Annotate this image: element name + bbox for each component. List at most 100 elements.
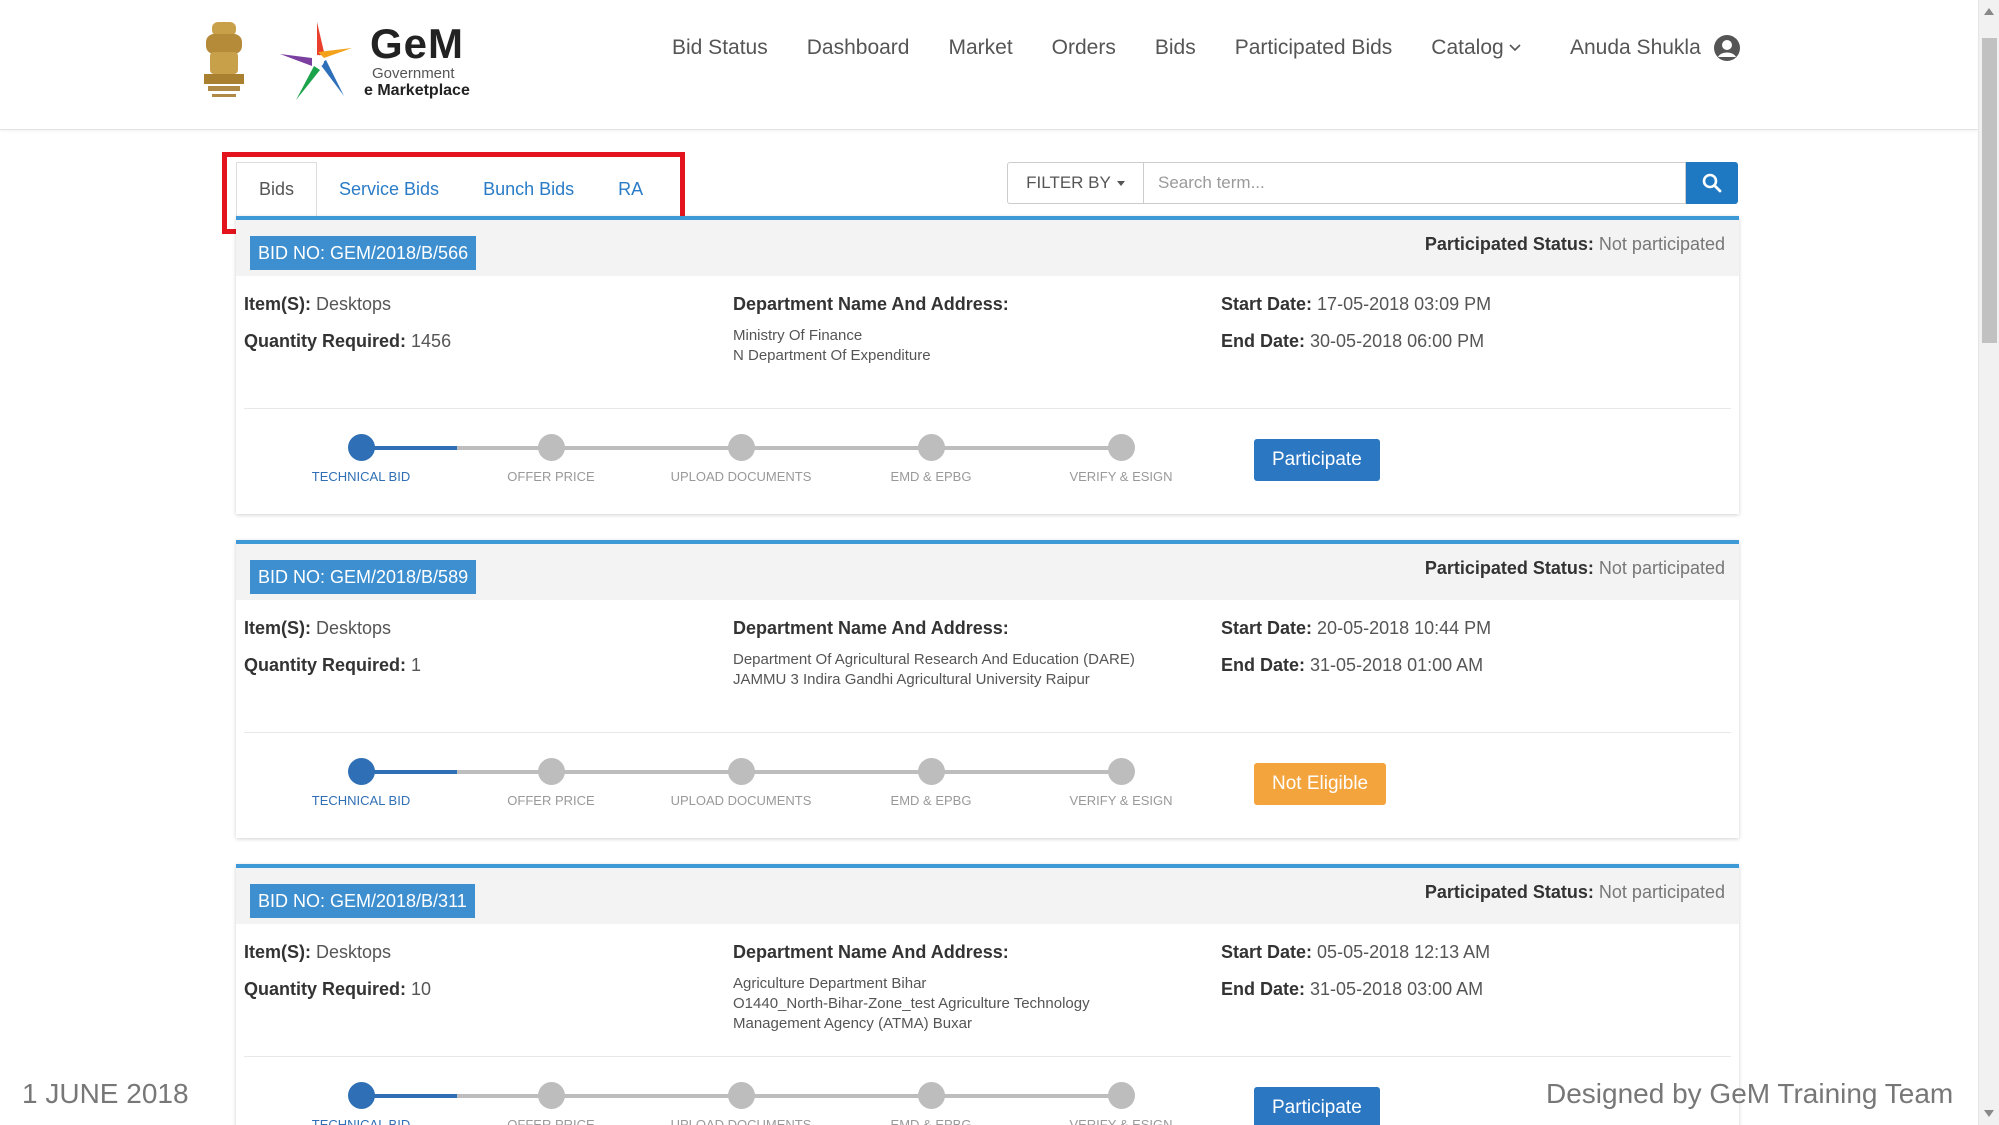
quantity-value: 1456 bbox=[411, 331, 452, 351]
search-button[interactable] bbox=[1686, 162, 1738, 204]
bid-date-info: Start Date: 17-05-2018 03:09 PM End Date… bbox=[1221, 294, 1491, 351]
step-label: OFFER PRICE bbox=[507, 1117, 595, 1125]
step-upload-documents: UPLOAD DOCUMENTS bbox=[666, 434, 816, 484]
step-dot-icon bbox=[917, 758, 945, 785]
bid-card: BID NO: GEM/2018/B/589 Participated Stat… bbox=[236, 540, 1739, 838]
step-dot-icon bbox=[1107, 758, 1135, 785]
start-date-label: Start Date: bbox=[1221, 942, 1313, 962]
logo-line2: e Marketplace bbox=[364, 82, 470, 99]
scroll-thumb[interactable] bbox=[1982, 38, 1997, 343]
step-label: TECHNICAL BID bbox=[311, 469, 411, 484]
nav-orders[interactable]: Orders bbox=[1052, 36, 1116, 60]
department-address: Department Of Agricultural Research And … bbox=[733, 650, 1135, 690]
nav-market[interactable]: Market bbox=[948, 36, 1012, 60]
step-label: OFFER PRICE bbox=[507, 793, 595, 808]
end-date-label: End Date: bbox=[1221, 331, 1306, 351]
card-divider bbox=[244, 732, 1731, 733]
nav-bid-status[interactable]: Bid Status bbox=[672, 36, 768, 60]
top-header: GeM Government e Marketplace Bid Status … bbox=[0, 0, 1978, 130]
items-label: Item(S): bbox=[244, 942, 311, 962]
participated-status: Participated Status: Not participated bbox=[1425, 882, 1725, 903]
step-emd-epbg: EMD & EPBG bbox=[856, 1082, 1006, 1125]
step-verify-esign: VERIFY & ESIGN bbox=[1046, 1082, 1196, 1125]
participated-status-label: Participated Status: bbox=[1424, 882, 1594, 902]
nav-bids[interactable]: Bids bbox=[1155, 36, 1196, 60]
bid-progress-stepper: TECHNICAL BID OFFER PRICE UPLOAD DOCUMENTS… bbox=[304, 758, 1173, 818]
filter-by-dropdown[interactable]: FILTER BY bbox=[1007, 162, 1144, 204]
not-eligible-button[interactable]: Not Eligible bbox=[1254, 763, 1387, 805]
step-emd-epbg: EMD & EPBG bbox=[856, 434, 1006, 484]
page-scrollbar[interactable] bbox=[1978, 0, 1999, 1125]
bid-department-info: Department Name And Address: Ministry Of… bbox=[733, 294, 1009, 366]
participate-button[interactable]: Participate bbox=[1254, 1087, 1380, 1125]
bid-card: BID NO: GEM/2018/B/566 Participated Stat… bbox=[236, 216, 1739, 514]
bid-item-info: Item(S): Desktops Quantity Required: 145… bbox=[244, 294, 451, 351]
bid-number-badge[interactable]: BID NO: GEM/2018/B/566 bbox=[250, 236, 477, 270]
participate-button[interactable]: Participate bbox=[1254, 439, 1380, 481]
user-menu[interactable]: Anuda Shukla bbox=[1570, 30, 1741, 66]
nav-participated-bids[interactable]: Participated Bids bbox=[1235, 36, 1393, 60]
quantity-label: Quantity Required: bbox=[244, 655, 407, 675]
bid-number-badge[interactable]: BID NO: GEM/2018/B/311 bbox=[250, 884, 475, 918]
department-label: Department Name And Address: bbox=[733, 294, 1009, 314]
footer-credit: Designed by GeM Training Team bbox=[1546, 1078, 1954, 1109]
step-offer-price: OFFER PRICE bbox=[476, 1082, 626, 1125]
start-date-value: 05-05-2018 12:13 AM bbox=[1317, 942, 1491, 962]
start-date-label: Start Date: bbox=[1221, 618, 1313, 638]
step-dot-icon bbox=[347, 434, 375, 461]
search-input[interactable] bbox=[1144, 162, 1686, 204]
items-value: Desktops bbox=[316, 942, 392, 962]
nav-dashboard[interactable]: Dashboard bbox=[807, 36, 910, 60]
step-dot-icon bbox=[1107, 1082, 1135, 1109]
quantity-label: Quantity Required: bbox=[244, 331, 407, 351]
step-technical-bid: TECHNICAL BID bbox=[286, 1082, 436, 1125]
step-label: UPLOAD DOCUMENTS bbox=[670, 469, 812, 484]
department-address-line: Department Of Agricultural Research And … bbox=[733, 651, 1135, 668]
logo-title: GeM bbox=[370, 20, 465, 67]
nav-catalog-dropdown[interactable]: Catalog bbox=[1431, 36, 1521, 60]
items-label: Item(S): bbox=[244, 618, 311, 638]
filter-by-label: FILTER BY bbox=[1026, 173, 1111, 192]
bid-department-info: Department Name And Address: Department … bbox=[733, 618, 1135, 690]
step-dot-icon bbox=[347, 1082, 375, 1109]
step-dot-icon bbox=[917, 434, 945, 461]
bid-card: BID NO: GEM/2018/B/311 Participated Stat… bbox=[236, 864, 1739, 1125]
step-dot-icon bbox=[1107, 434, 1135, 461]
bid-date-info: Start Date: 20-05-2018 10:44 PM End Date… bbox=[1221, 618, 1491, 675]
step-upload-documents: UPLOAD DOCUMENTS bbox=[666, 758, 816, 808]
step-label: EMD & EPBG bbox=[890, 1117, 972, 1125]
participated-status-label: Participated Status: bbox=[1424, 234, 1594, 254]
participated-status-value: Not participated bbox=[1598, 234, 1725, 254]
scroll-down-arrow-icon[interactable] bbox=[1984, 1110, 1994, 1117]
chevron-down-icon bbox=[1509, 44, 1521, 52]
start-date-value: 17-05-2018 03:09 PM bbox=[1317, 294, 1492, 314]
department-address: Agriculture Department Bihar O1440_North-… bbox=[733, 974, 1090, 1034]
card-divider bbox=[244, 1056, 1731, 1057]
quantity-value: 10 bbox=[411, 979, 432, 999]
participated-status: Participated Status: Not participated bbox=[1425, 558, 1725, 579]
end-date-label: End Date: bbox=[1221, 655, 1306, 675]
step-offer-price: OFFER PRICE bbox=[476, 434, 626, 484]
department-address-line: N Department Of Expenditure bbox=[733, 347, 931, 364]
step-label: TECHNICAL BID bbox=[311, 1117, 411, 1125]
main-nav: Bid Status Dashboard Market Orders Bids … bbox=[672, 30, 1560, 66]
bid-date-info: Start Date: 05-05-2018 12:13 AM End Date… bbox=[1221, 942, 1490, 999]
bid-progress-stepper: TECHNICAL BID OFFER PRICE UPLOAD DOCUMENTS… bbox=[304, 1082, 1173, 1125]
department-address-line: O1440_North-Bihar-Zone_test Agriculture … bbox=[733, 995, 1090, 1012]
gem-logo[interactable]: GeM Government e Marketplace bbox=[278, 18, 478, 104]
user-avatar-icon bbox=[1713, 35, 1740, 61]
scroll-up-arrow-icon[interactable] bbox=[1984, 8, 1994, 15]
bid-number-badge[interactable]: BID NO: GEM/2018/B/589 bbox=[250, 560, 477, 594]
step-dot-icon bbox=[727, 434, 755, 461]
step-upload-documents: UPLOAD DOCUMENTS bbox=[666, 1082, 816, 1125]
step-dot-icon bbox=[347, 758, 375, 785]
bid-card-header: BID NO: GEM/2018/B/566 Participated Stat… bbox=[236, 220, 1739, 276]
department-address-line: Agriculture Department Bihar bbox=[733, 975, 927, 992]
national-emblem-icon bbox=[204, 22, 244, 97]
items-label: Item(S): bbox=[244, 294, 311, 314]
start-date-value: 20-05-2018 10:44 PM bbox=[1317, 618, 1492, 638]
participated-status: Participated Status: Not participated bbox=[1425, 234, 1725, 255]
department-address-line: Ministry Of Finance bbox=[733, 327, 863, 344]
footer-date: 1 JUNE 2018 bbox=[22, 1078, 189, 1109]
logo-line1: Government bbox=[372, 65, 455, 82]
